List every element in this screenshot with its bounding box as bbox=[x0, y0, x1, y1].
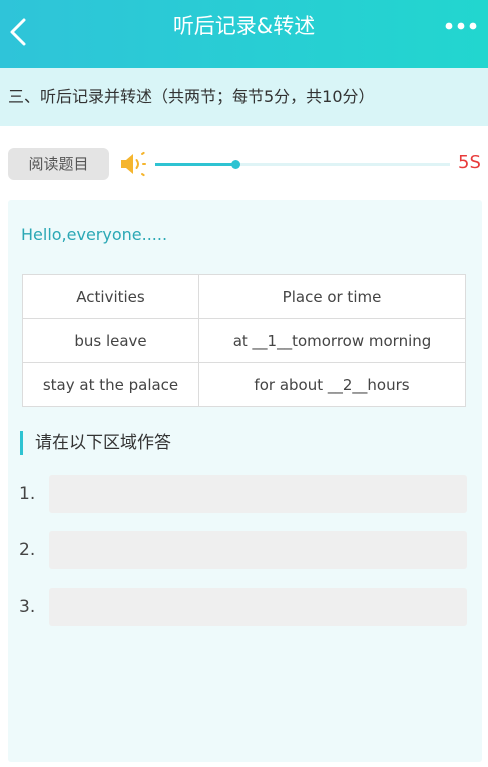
answer-number: 2. bbox=[19, 540, 36, 560]
audio-player: 阅读题目 5S bbox=[0, 128, 488, 198]
table-cell: for about __2__hours bbox=[198, 362, 466, 407]
section-title: 三、听后记录并转述（共两节；每节5分，共10分） bbox=[8, 87, 375, 106]
answer-number: 1. bbox=[19, 484, 36, 504]
table-cell: bus leave bbox=[22, 318, 199, 363]
intro-text: Hello,everyone..... bbox=[21, 225, 168, 244]
question-card: Hello,everyone..... Activities Place or … bbox=[8, 200, 482, 762]
more-button[interactable] bbox=[444, 16, 478, 36]
audio-progress-handle[interactable] bbox=[230, 160, 240, 169]
notes-table: Activities Place or time bus leave at __… bbox=[22, 274, 466, 407]
read-question-button[interactable]: 阅读题目 bbox=[8, 148, 109, 180]
top-header: 听后记录&转述 bbox=[0, 0, 488, 68]
answer-item: 3. bbox=[19, 588, 469, 626]
audio-progress-fill bbox=[155, 163, 235, 166]
speaker-icon[interactable] bbox=[118, 149, 148, 179]
answer-input-1[interactable] bbox=[49, 475, 467, 513]
table-cell: at __1__tomorrow morning bbox=[198, 318, 466, 363]
table-row: bus leave at __1__tomorrow morning bbox=[22, 318, 466, 363]
answer-item: 2. bbox=[19, 531, 469, 569]
answer-input-2[interactable] bbox=[49, 531, 467, 569]
table-header-cell: Place or time bbox=[198, 274, 466, 319]
table-header-row: Activities Place or time bbox=[22, 274, 466, 319]
page-title: 听后记录&转述 bbox=[172, 14, 316, 38]
audio-progress-bar[interactable] bbox=[155, 160, 450, 169]
answer-number: 3. bbox=[19, 597, 36, 617]
chevron-left-icon bbox=[10, 18, 26, 46]
answer-input-3[interactable] bbox=[49, 588, 467, 626]
countdown-timer: 5S bbox=[458, 152, 481, 173]
back-button[interactable] bbox=[6, 12, 32, 52]
table-header-cell: Activities bbox=[22, 274, 199, 319]
section-header: 三、听后记录并转述（共两节；每节5分，共10分） bbox=[0, 68, 488, 126]
answer-area-title: 请在以下区域作答 bbox=[20, 431, 171, 455]
more-dots-icon bbox=[445, 22, 477, 30]
answer-item: 1. bbox=[19, 475, 469, 513]
table-row: stay at the palace for about __2__hours bbox=[22, 362, 466, 407]
table-cell: stay at the palace bbox=[22, 362, 199, 407]
